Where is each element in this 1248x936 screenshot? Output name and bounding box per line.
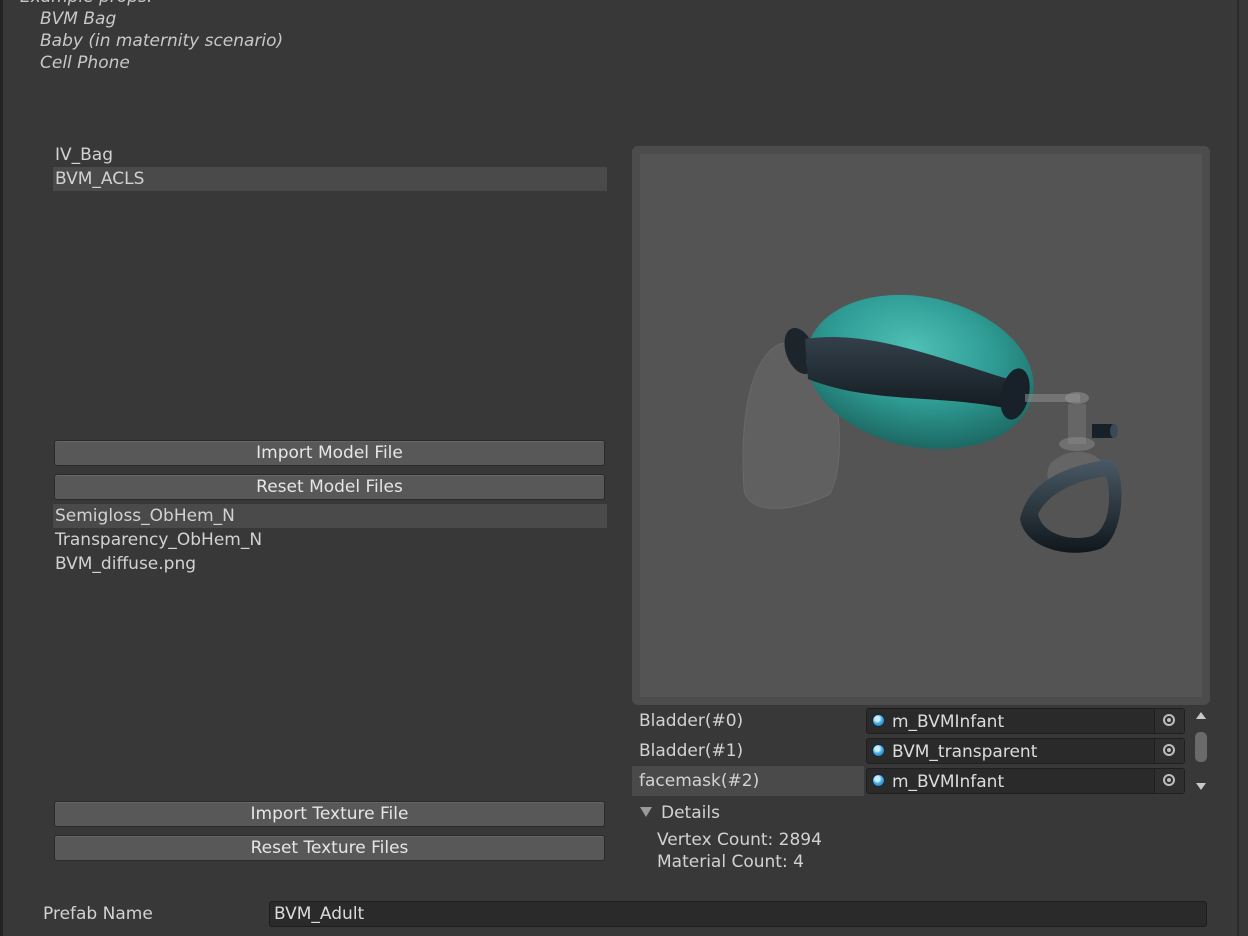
material-field[interactable]: m_BVMInfant	[866, 768, 1185, 794]
model-list-item-iv-bag[interactable]: IV_Bag	[53, 143, 607, 167]
vertex-count-text: Vertex Count: 2894	[657, 830, 822, 850]
material-field[interactable]: m_BVMInfant	[866, 708, 1185, 734]
example-props-heading: Example props:	[20, 0, 283, 8]
object-picker-icon[interactable]	[1154, 709, 1184, 733]
material-sphere-icon	[872, 714, 885, 727]
model-preview-viewport[interactable]	[640, 154, 1202, 697]
object-picker-icon[interactable]	[1154, 739, 1184, 763]
example-prop-item: Baby (in maternity scenario)	[40, 31, 284, 51]
details-foldout[interactable]: Details	[640, 802, 720, 824]
bvm-model-render	[742, 294, 1122, 553]
model-list-item-bvm-acls[interactable]: BVM_ACLS	[53, 167, 607, 191]
material-slot-label: facemask(#2)	[632, 766, 864, 796]
prefab-name-input[interactable]: BVM_Adult	[269, 901, 1207, 927]
material-sphere-icon	[872, 744, 885, 757]
texture-list-item[interactable]: BVM_diffuse.png	[53, 552, 607, 576]
material-name: m_BVMInfant	[892, 772, 1005, 792]
window-right-border	[1237, 0, 1239, 936]
material-row: Bladder(#1) BVM_transparent	[632, 736, 1188, 766]
scroll-down-arrow-icon[interactable]	[1196, 783, 1206, 790]
import-model-button[interactable]: Import Model File	[54, 440, 605, 466]
model-preview-panel[interactable]	[632, 146, 1210, 705]
example-props-text: Example props: BVM Bag Baby (in maternit…	[20, 0, 283, 74]
reset-texture-button[interactable]: Reset Texture Files	[54, 835, 605, 861]
material-name: BVM_transparent	[892, 742, 1038, 762]
material-slot-label: Bladder(#1)	[639, 741, 744, 761]
foldout-triangle-icon[interactable]	[640, 807, 652, 817]
object-picker-icon[interactable]	[1154, 769, 1184, 793]
scroll-up-arrow-icon[interactable]	[1196, 712, 1206, 719]
window-left-border	[0, 0, 3, 936]
texture-list-item[interactable]: Semigloss_ObHem_N	[53, 504, 607, 528]
prefab-name-label: Prefab Name	[43, 904, 153, 924]
material-field[interactable]: BVM_transparent	[866, 738, 1185, 764]
material-count-text: Material Count: 4	[657, 852, 804, 872]
example-prop-item: BVM Bag	[40, 9, 117, 29]
material-row: facemask(#2) m_BVMInfant	[632, 766, 1188, 796]
material-sphere-icon	[872, 774, 885, 787]
scroll-thumb[interactable]	[1195, 732, 1207, 762]
reset-model-button[interactable]: Reset Model Files	[54, 474, 605, 500]
details-heading: Details	[661, 803, 720, 823]
material-list-scrollbar[interactable]	[1192, 708, 1210, 796]
texture-list-item[interactable]: Transparency_ObHem_N	[53, 528, 607, 552]
import-texture-button[interactable]: Import Texture File	[54, 801, 605, 827]
material-row: Bladder(#0) m_BVMInfant	[632, 706, 1188, 736]
material-slot-label: Bladder(#0)	[639, 711, 744, 731]
model-file-list: IV_Bag BVM_ACLS	[53, 143, 607, 191]
example-prop-item: Cell Phone	[40, 53, 130, 73]
material-name: m_BVMInfant	[892, 712, 1005, 732]
texture-file-list: Semigloss_ObHem_N Transparency_ObHem_N B…	[53, 504, 607, 576]
